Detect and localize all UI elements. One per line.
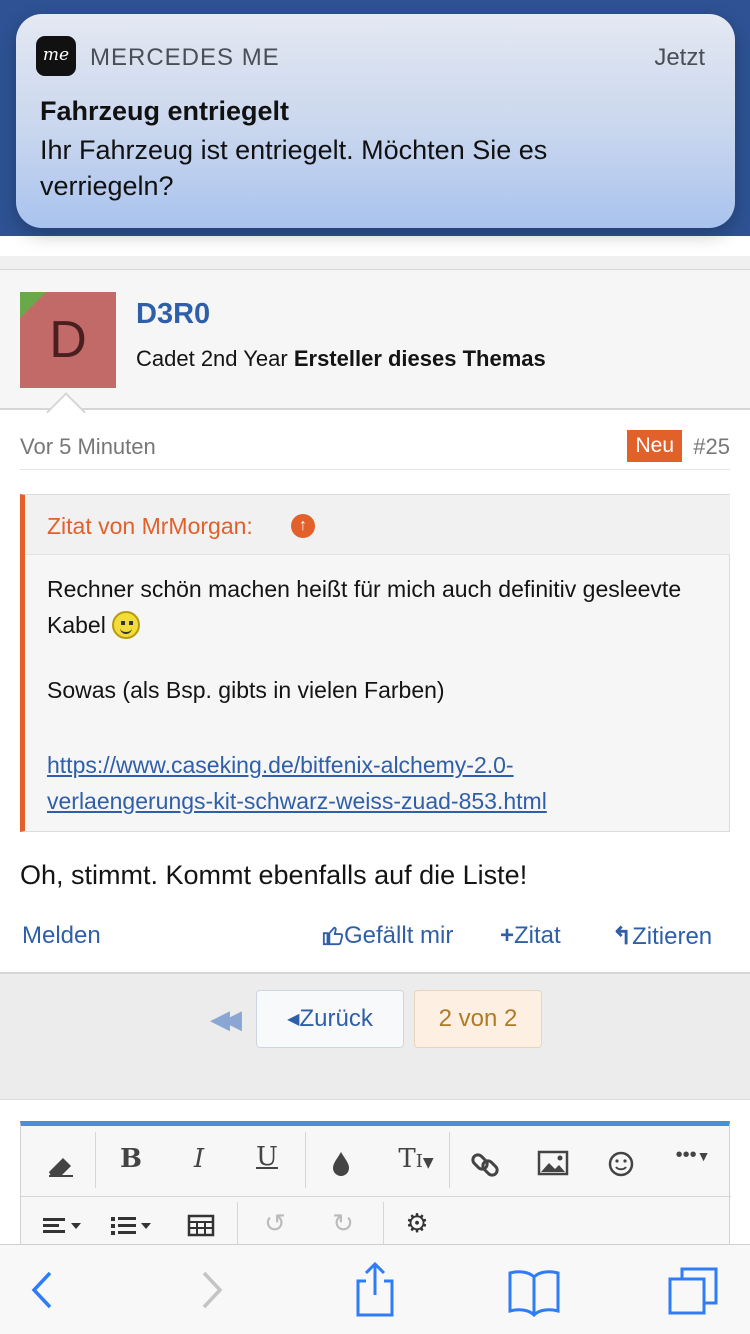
like-label: Gefällt mir bbox=[344, 922, 454, 949]
settings-icon[interactable]: ⚙ bbox=[387, 1208, 447, 1239]
avatar-letter: D bbox=[49, 311, 87, 369]
underline-icon[interactable]: U bbox=[237, 1142, 297, 1172]
quote-link[interactable]: https://www.caseking.de/bitfenix-alchemy… bbox=[47, 752, 547, 814]
quote-author-link[interactable]: Zitat von MrMorgan: bbox=[47, 513, 253, 540]
avatar[interactable]: D bbox=[20, 292, 116, 388]
plus-icon: + bbox=[500, 922, 515, 949]
caret-left-icon: ◀ bbox=[287, 1011, 300, 1028]
eraser-icon[interactable] bbox=[31, 1144, 91, 1184]
like-link[interactable]: Gefällt mir bbox=[322, 922, 453, 950]
reply-icon: ↰ bbox=[612, 923, 633, 950]
more-icon[interactable]: •••▼ bbox=[661, 1144, 725, 1167]
current-page-indicator[interactable]: 2 von 2 bbox=[414, 990, 542, 1048]
post-text: Oh, stimmt. Kommt ebenfalls auf die List… bbox=[20, 860, 528, 890]
previous-page-button[interactable]: ◀Zurück bbox=[256, 990, 404, 1048]
quote-text: Rechner schön machen heißt für mich auch… bbox=[47, 571, 707, 643]
color-drop-icon[interactable] bbox=[311, 1146, 371, 1182]
share-icon[interactable] bbox=[352, 1259, 398, 1319]
toolbar-divider bbox=[95, 1132, 96, 1188]
toolbar-divider bbox=[449, 1132, 450, 1188]
reply-label: Zitieren bbox=[632, 923, 713, 950]
quote-line-1: Rechner schön machen heißt für mich auch… bbox=[47, 576, 682, 638]
forward-icon[interactable] bbox=[196, 1265, 226, 1315]
notification-time: Jetzt bbox=[654, 44, 705, 71]
rich-text-editor: B I U TI▼ •••▼ ↺ ↻ ⚙ bbox=[20, 1121, 731, 1261]
notification-app-name: MERCEDES ME bbox=[90, 44, 280, 71]
quote-add-label: Zitat bbox=[514, 922, 561, 949]
new-badge: Neu bbox=[627, 430, 682, 462]
post-meta: Vor 5 Minuten Neu #25 bbox=[20, 430, 730, 470]
quote-block: Zitat von MrMorgan: ↑ Rechner schön mach… bbox=[20, 494, 730, 832]
online-indicator bbox=[20, 292, 46, 318]
browser-toolbar bbox=[0, 1244, 750, 1334]
bookmarks-icon[interactable] bbox=[506, 1265, 562, 1317]
back-icon[interactable] bbox=[28, 1265, 58, 1315]
reply-quote-link[interactable]: ↰Zitieren bbox=[612, 922, 712, 951]
push-notification[interactable]: me MERCEDES ME Jetzt Fahrzeug entriegelt… bbox=[16, 14, 735, 228]
user-rank: Cadet 2nd Year bbox=[136, 346, 288, 371]
table-icon[interactable] bbox=[171, 1208, 231, 1244]
align-icon[interactable] bbox=[31, 1208, 101, 1244]
tabs-icon[interactable] bbox=[666, 1263, 722, 1319]
thread-starter-badge: Ersteller dieses Themas bbox=[293, 346, 546, 371]
notification-body: Ihr Fahrzeug ist entriegelt. Möchten Sie… bbox=[40, 135, 548, 201]
username-link[interactable]: D3R0 bbox=[136, 298, 210, 331]
image-icon[interactable] bbox=[523, 1144, 583, 1184]
app-icon-text: me bbox=[42, 45, 70, 65]
undo-icon[interactable]: ↺ bbox=[245, 1208, 305, 1239]
report-link[interactable]: Melden bbox=[22, 922, 101, 950]
post-number-link[interactable]: #25 bbox=[693, 434, 730, 460]
list-icon[interactable] bbox=[101, 1208, 171, 1244]
pagination-area: ◀◀ ◀Zurück 2 von 2 bbox=[0, 972, 750, 1100]
smiley-icon bbox=[112, 611, 141, 639]
back-label: Zurück bbox=[299, 1005, 373, 1032]
post-actions: Melden Gefällt mir +Zitat ↰Zitieren bbox=[0, 916, 750, 960]
post-author-header: D D3R0 Cadet 2nd Year Ersteller dieses T… bbox=[0, 270, 750, 410]
post-time[interactable]: Vor 5 Minuten bbox=[20, 434, 156, 460]
quote-header: Zitat von MrMorgan: ↑ bbox=[25, 495, 730, 555]
thumbs-up-icon bbox=[322, 926, 344, 946]
user-title: Cadet 2nd Year Ersteller dieses Themas bbox=[136, 346, 546, 372]
jump-to-quote-icon[interactable]: ↑ bbox=[291, 514, 315, 538]
mercedes-me-app-icon: me bbox=[36, 36, 76, 76]
toolbar-row-divider bbox=[21, 1196, 731, 1197]
quote-line-2: Sowas (als Bsp. gibts in vielen Farben) bbox=[47, 677, 445, 703]
redo-icon[interactable]: ↻ bbox=[313, 1208, 373, 1239]
link-icon[interactable] bbox=[455, 1144, 515, 1184]
bold-icon[interactable]: B bbox=[101, 1144, 161, 1174]
italic-icon[interactable]: I bbox=[169, 1144, 229, 1174]
notification-title: Fahrzeug entriegelt bbox=[40, 96, 290, 126]
toolbar-divider bbox=[305, 1132, 306, 1188]
text-size-icon[interactable]: TI▼ bbox=[381, 1144, 451, 1174]
post-separator bbox=[0, 256, 750, 270]
multi-quote-link[interactable]: +Zitat bbox=[500, 922, 561, 950]
first-page-icon[interactable]: ◀◀ bbox=[210, 1004, 242, 1035]
smiley-icon[interactable] bbox=[591, 1144, 651, 1184]
